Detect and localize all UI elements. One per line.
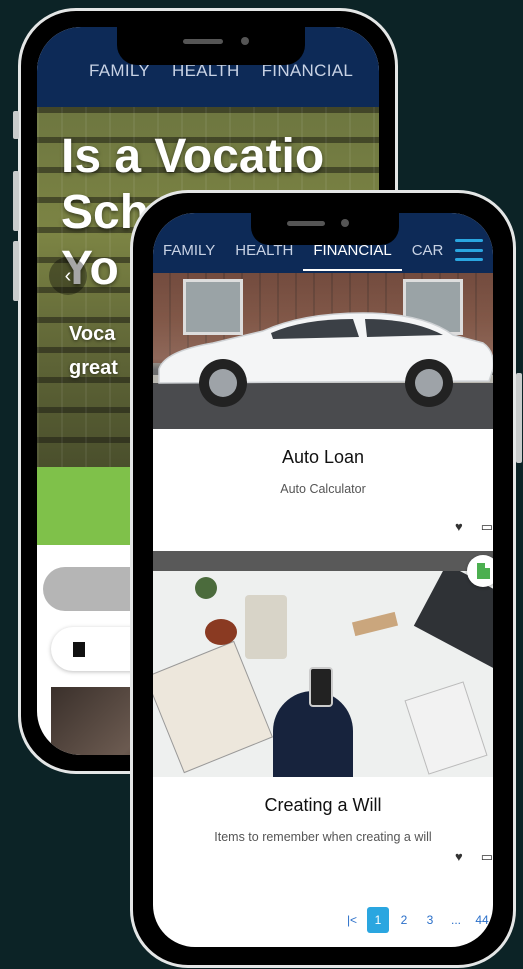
front-phone-screen: FAMILY HEALTH FINANCIAL CAR Auto Loan Au… xyxy=(153,213,493,947)
comment-icon[interactable]: ▭ xyxy=(481,519,493,535)
front-phone: FAMILY HEALTH FINANCIAL CAR Auto Loan Au… xyxy=(130,190,522,968)
card-actions: ♥ ▭ xyxy=(455,519,493,535)
pen xyxy=(351,611,399,637)
smartphone xyxy=(309,667,333,707)
chevron-left-icon[interactable]: ‹ xyxy=(49,257,87,295)
card-title: Creating a Will xyxy=(264,795,382,815)
pagination-ellipsis: ... xyxy=(450,913,461,927)
document-icon xyxy=(73,641,85,657)
card-title: Auto Loan xyxy=(281,447,365,467)
white-car-photo[interactable] xyxy=(153,273,493,429)
hamburger-menu-icon[interactable] xyxy=(455,239,483,261)
volume-up-button xyxy=(13,171,19,231)
pagination: |< 1 2 3 ... 44 xyxy=(153,907,493,933)
mute-switch xyxy=(13,111,19,139)
desk-documents-photo[interactable] xyxy=(153,571,493,777)
coffee-cup xyxy=(205,619,237,645)
card-header-bar xyxy=(153,551,493,587)
calculator xyxy=(245,595,287,659)
plant xyxy=(195,577,217,599)
card-subtitle: Items to remember when creating a will xyxy=(214,830,432,844)
heart-icon[interactable]: ♥ xyxy=(455,519,463,535)
power-button xyxy=(516,373,522,463)
tab-car[interactable]: CAR xyxy=(402,242,454,259)
clipboard xyxy=(404,681,488,775)
car-illustration xyxy=(158,312,493,407)
document-icon[interactable] xyxy=(467,555,493,587)
first-page-icon[interactable]: |< xyxy=(341,907,363,933)
volume-down-button xyxy=(13,241,19,301)
heart-icon[interactable]: ♥ xyxy=(455,849,463,865)
notch xyxy=(251,211,399,245)
notch xyxy=(117,25,305,65)
page-44[interactable]: 44 xyxy=(471,907,493,933)
comment-icon[interactable]: ▭ xyxy=(481,849,493,865)
card-auto-loan[interactable]: Auto Loan Auto Calculator ♥ ▭ xyxy=(153,429,493,551)
page-2[interactable]: 2 xyxy=(393,907,415,933)
newspaper xyxy=(153,640,273,774)
page-3[interactable]: 3 xyxy=(419,907,441,933)
card-actions: ♥ ▭ xyxy=(455,849,493,865)
card-subtitle: Auto Calculator xyxy=(280,482,366,496)
tab-family[interactable]: FAMILY xyxy=(153,242,225,259)
card-creating-a-will[interactable]: Creating a Will Items to remember when c… xyxy=(153,777,493,905)
page-1[interactable]: 1 xyxy=(367,907,389,933)
